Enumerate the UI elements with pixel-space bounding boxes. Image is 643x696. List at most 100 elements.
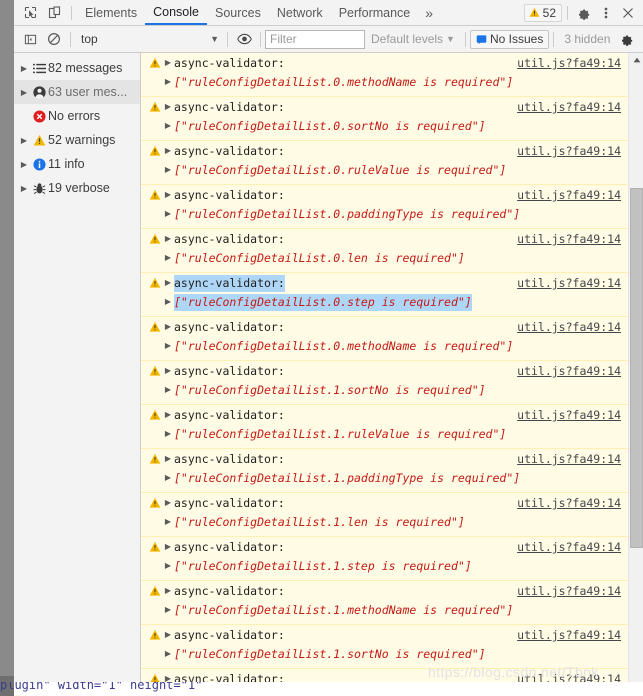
- disclosure-triangle-icon[interactable]: ▶: [162, 517, 174, 526]
- disclosure-triangle-icon[interactable]: ▶: [162, 278, 174, 287]
- source-link[interactable]: util.js?fa49:14: [517, 584, 621, 598]
- kebab-menu-icon[interactable]: [595, 2, 617, 24]
- disclosure-triangle-icon[interactable]: ▶: [162, 454, 174, 463]
- sidebar-item-no-errors[interactable]: ▶No errors: [14, 104, 140, 128]
- disclosure-triangle-icon[interactable]: ▶: [162, 165, 174, 174]
- console-message-row[interactable]: ▶async-validator:▶["ruleConfigDetailList…: [141, 273, 643, 317]
- sidebar-item-19-verbose[interactable]: ▶ 19 verbose: [14, 176, 140, 200]
- console-message-detail: ▶ ["ruleConfigDetailList.0.len is require…: [141, 250, 643, 269]
- expand-arrow-icon[interactable]: ▶: [18, 160, 30, 169]
- disclosure-triangle-icon[interactable]: ▶: [162, 322, 174, 331]
- expand-arrow-icon[interactable]: ▶: [18, 64, 30, 73]
- console-scrollbar[interactable]: [628, 53, 643, 696]
- sidebar-item-52-warnings[interactable]: ▶ 52 warnings: [14, 128, 140, 152]
- source-link[interactable]: util.js?fa49:14: [517, 452, 621, 466]
- console-message-row[interactable]: ▶async-validator:▶["ruleConfigDetailList…: [141, 53, 643, 97]
- show-console-sidebar-icon[interactable]: [18, 28, 42, 50]
- sidebar-item-63-user-mes[interactable]: ▶ 63 user mes...: [14, 80, 140, 104]
- warning-count-badge[interactable]: 52: [523, 3, 562, 22]
- disclosure-triangle-icon[interactable]: ▶: [162, 542, 174, 551]
- console-message-row[interactable]: ▶async-validator:▶["ruleConfigDetailList…: [141, 405, 643, 449]
- console-message-row[interactable]: ▶async-validator:▶["ruleConfigDetailList…: [141, 493, 643, 537]
- disclosure-triangle-icon[interactable]: ▶: [162, 429, 174, 438]
- console-scrollbar-thumb[interactable]: [630, 188, 643, 548]
- console-message-area[interactable]: ▶ async-validator: ▶ ["ruleConfigDetailList…: [141, 53, 643, 696]
- more-tabs-icon[interactable]: »: [418, 2, 440, 24]
- console-message-row[interactable]: ▶async-validator:▶["ruleConfigDetailList…: [141, 625, 643, 669]
- disclosure-triangle-icon[interactable]: ▶: [162, 498, 174, 507]
- tab-sources[interactable]: Sources: [207, 0, 269, 25]
- source-link[interactable]: util.js?fa49:14: [517, 276, 621, 290]
- warning-icon: [148, 321, 162, 333]
- expand-arrow-icon[interactable]: ▶: [18, 184, 30, 193]
- disclosure-triangle-icon[interactable]: ▶: [162, 190, 174, 199]
- warning-icon: [148, 541, 162, 553]
- tab-console[interactable]: Console: [145, 0, 207, 25]
- disclosure-triangle-icon[interactable]: ▶: [162, 561, 174, 570]
- source-link[interactable]: util.js?fa49:14: [517, 188, 621, 202]
- disclosure-triangle-icon[interactable]: ▶: [162, 385, 174, 394]
- source-link[interactable]: util.js?fa49:14: [517, 320, 621, 334]
- disclosure-triangle-icon[interactable]: ▶: [162, 473, 174, 482]
- expand-arrow-icon[interactable]: ▶: [18, 136, 30, 145]
- gear-icon[interactable]: [573, 2, 595, 24]
- source-link[interactable]: util.js?fa49:14: [517, 408, 621, 422]
- disclosure-triangle-icon[interactable]: ▶: [162, 58, 174, 67]
- sidebar-item-11-info[interactable]: ▶ 11 info: [14, 152, 140, 176]
- source-link[interactable]: util.js?fa49:14: [517, 628, 621, 642]
- source-link[interactable]: util.js?fa49:14: [517, 364, 621, 378]
- source-link[interactable]: util.js?fa49:14: [517, 56, 621, 70]
- console-message-row[interactable]: ▶async-validator:▶["ruleConfigDetailList…: [141, 361, 643, 405]
- console-message-row[interactable]: ▶async-validator:▶["ruleConfigDetailList…: [141, 449, 643, 493]
- console-message-value: ["ruleConfigDetailList.0.paddingType is …: [174, 207, 521, 221]
- console-message-row[interactable]: ▶async-validator:▶["ruleConfigDetailList…: [141, 581, 643, 625]
- devtools-panel: Elements Console Sources Network Perform…: [14, 0, 643, 696]
- source-link[interactable]: util.js?fa49:14: [517, 100, 621, 114]
- warning-icon: [148, 189, 162, 201]
- disclosure-triangle-icon[interactable]: ▶: [162, 586, 174, 595]
- console-message-row[interactable]: ▶async-validator:▶["ruleConfigDetailList…: [141, 537, 643, 581]
- disclosure-triangle-icon[interactable]: ▶: [162, 121, 174, 130]
- execution-context-select[interactable]: top ▼: [75, 29, 223, 49]
- log-levels-select[interactable]: Default levels ▼: [365, 32, 461, 46]
- console-message-value: ["ruleConfigDetailList.1.sortNo is requi…: [174, 647, 486, 661]
- tab-performance[interactable]: Performance: [331, 0, 419, 25]
- console-message-row[interactable]: ▶async-validator:▶["ruleConfigDetailList…: [141, 185, 643, 229]
- inspect-element-icon[interactable]: [18, 2, 42, 24]
- console-message-row[interactable]: ▶async-validator:▶["ruleConfigDetailList…: [141, 141, 643, 185]
- device-toolbar-icon[interactable]: [42, 2, 66, 24]
- source-link[interactable]: util.js?fa49:14: [517, 232, 621, 246]
- disclosure-triangle-icon[interactable]: ▶: [162, 209, 174, 218]
- source-link[interactable]: util.js?fa49:14: [517, 540, 621, 554]
- filter-input[interactable]: [265, 29, 365, 49]
- console-message-row[interactable]: ▶async-validator:▶["ruleConfigDetailList…: [141, 229, 643, 273]
- close-icon[interactable]: [617, 2, 639, 24]
- source-link[interactable]: util.js?fa49:14: [517, 144, 621, 158]
- disclosure-triangle-icon[interactable]: ▶: [162, 410, 174, 419]
- disclosure-triangle-icon[interactable]: ▶: [162, 630, 174, 639]
- disclosure-triangle-icon[interactable]: ▶: [162, 253, 174, 262]
- sidebar-item-82-messages[interactable]: ▶ 82 messages: [14, 56, 140, 80]
- console-message-row[interactable]: ▶async-validator:▶["ruleConfigDetailList…: [141, 97, 643, 141]
- tab-network[interactable]: Network: [269, 0, 331, 25]
- expand-arrow-icon[interactable]: ▶: [18, 88, 30, 97]
- disclosure-triangle-icon[interactable]: ▶: [162, 605, 174, 614]
- disclosure-triangle-icon[interactable]: ▶: [162, 77, 174, 86]
- issues-button[interactable]: No Issues: [469, 29, 550, 49]
- disclosure-triangle-icon[interactable]: ▶: [162, 649, 174, 658]
- scroll-up-arrow-icon[interactable]: [629, 53, 643, 67]
- tab-elements[interactable]: Elements: [77, 0, 145, 25]
- disclosure-triangle-icon[interactable]: ▶: [162, 146, 174, 155]
- disclosure-triangle-icon[interactable]: ▶: [162, 366, 174, 375]
- disclosure-triangle-icon[interactable]: ▶: [162, 234, 174, 243]
- hidden-count-label: 3 hidden: [564, 32, 611, 46]
- info-icon: [30, 157, 48, 171]
- source-link[interactable]: util.js?fa49:14: [517, 496, 621, 510]
- console-message-row[interactable]: ▶async-validator:▶["ruleConfigDetailList…: [141, 317, 643, 361]
- disclosure-triangle-icon[interactable]: ▶: [162, 297, 174, 306]
- live-expression-eye-icon[interactable]: [232, 28, 256, 50]
- clear-console-icon[interactable]: [42, 28, 66, 50]
- disclosure-triangle-icon[interactable]: ▶: [162, 341, 174, 350]
- console-settings-gear-icon[interactable]: [616, 28, 638, 50]
- disclosure-triangle-icon[interactable]: ▶: [162, 102, 174, 111]
